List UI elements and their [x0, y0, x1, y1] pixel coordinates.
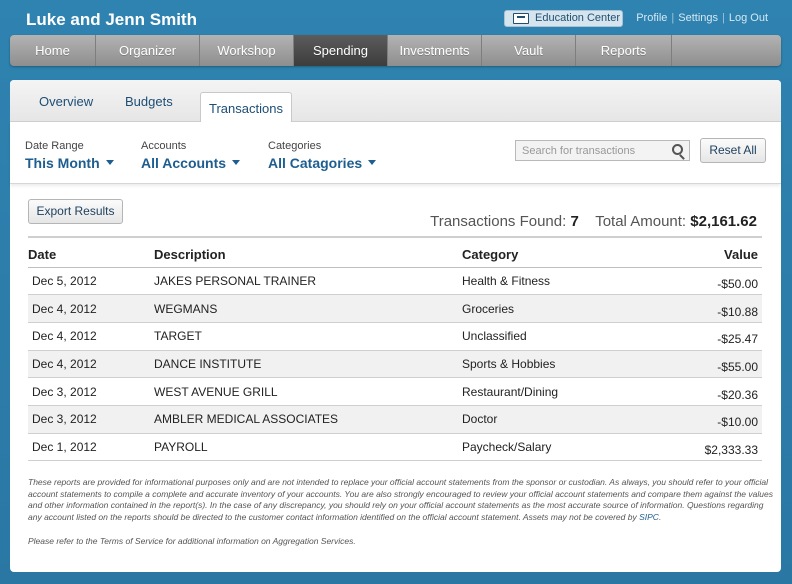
- row-category: Doctor: [462, 405, 652, 434]
- row-date: Dec 3, 2012: [28, 405, 154, 434]
- header-value[interactable]: Value: [652, 236, 762, 268]
- logout-link[interactable]: Log Out: [729, 12, 768, 24]
- row-category: Health & Fitness: [462, 267, 652, 296]
- found-count: 7: [570, 213, 579, 230]
- link-separator: |: [671, 12, 675, 24]
- sub-tabs: Overview Budgets Transactions: [10, 80, 781, 123]
- found-label: Transactions Found:: [430, 213, 567, 230]
- header-category[interactable]: Category: [462, 236, 652, 268]
- row-value: -$10.88: [652, 294, 762, 323]
- education-center-label: Education Center: [535, 12, 620, 24]
- table-row[interactable]: Dec 3, 2012 WEST AVENUE GRILL Restaurant…: [28, 377, 762, 406]
- row-value: -$20.36: [652, 377, 762, 406]
- transactions-summary: Transactions Found: 7 Total Amount: $2,1…: [430, 213, 757, 230]
- nav-item-reports[interactable]: Reports: [576, 35, 672, 66]
- settings-link[interactable]: Settings: [678, 12, 718, 24]
- header-date[interactable]: Date: [28, 236, 154, 268]
- total-value: $2,161.62: [690, 213, 757, 230]
- nav-item-home[interactable]: Home: [10, 35, 96, 66]
- categories-value: All Catagories: [268, 155, 363, 171]
- export-results-button[interactable]: Export Results: [28, 199, 123, 224]
- table-row[interactable]: Dec 4, 2012 DANCE INSTITUTE Sports & Hob…: [28, 350, 762, 379]
- education-center-button[interactable]: Education Center: [504, 10, 623, 27]
- disclaimer-text: These reports are provided for informati…: [28, 477, 773, 522]
- table-row[interactable]: Dec 5, 2012 JAKES PERSONAL TRAINER Healt…: [28, 267, 762, 296]
- table-row[interactable]: Dec 3, 2012 AMBLER MEDICAL ASSOCIATES Do…: [28, 405, 762, 434]
- nav-item-investments[interactable]: Investments: [388, 35, 482, 66]
- terms-note: Please refer to the Terms of Service for…: [28, 536, 356, 546]
- row-value: -$10.00: [652, 405, 762, 434]
- profile-link[interactable]: Profile: [636, 12, 667, 24]
- account-links: Profile | Settings | Log Out: [636, 12, 768, 24]
- nav-item-organizer[interactable]: Organizer: [96, 35, 200, 66]
- accounts-dropdown[interactable]: All Accounts: [141, 155, 241, 171]
- user-name: Luke and Jenn Smith: [26, 10, 197, 29]
- top-bar: Luke and Jenn Smith Education Center Pro…: [0, 0, 792, 36]
- row-date: Dec 4, 2012: [28, 294, 154, 323]
- chevron-down-icon: [232, 160, 241, 165]
- row-date: Dec 4, 2012: [28, 350, 154, 379]
- accounts-filter[interactable]: Accounts All Accounts: [141, 140, 241, 171]
- nav-item-spending[interactable]: Spending: [294, 35, 388, 66]
- row-category: Restaurant/Dining: [462, 377, 652, 406]
- total-label: Total Amount:: [595, 213, 687, 230]
- filter-bar: Date Range This Month Accounts All Accou…: [10, 122, 781, 184]
- sipc-link[interactable]: SIPC: [639, 512, 659, 522]
- chevron-down-icon: [368, 160, 377, 165]
- row-date: Dec 1, 2012: [28, 433, 154, 462]
- table-row[interactable]: Dec 1, 2012 PAYROLL Paycheck/Salary $2,3…: [28, 433, 762, 462]
- nav-item-workshop[interactable]: Workshop: [200, 35, 294, 66]
- link-separator: |: [722, 12, 725, 24]
- row-value: -$50.00: [652, 267, 762, 296]
- date-range-value: This Month: [25, 155, 100, 171]
- chevron-down-icon: [105, 160, 114, 165]
- table-header-row: Date Description Category Value: [28, 236, 762, 268]
- table-row[interactable]: Dec 4, 2012 TARGET Unclassified -$25.47: [28, 322, 762, 351]
- row-category: Sports & Hobbies: [462, 350, 652, 379]
- nav-item-vault[interactable]: Vault: [482, 35, 576, 66]
- row-value: $2,333.33: [652, 433, 762, 462]
- search-icon[interactable]: [672, 144, 683, 155]
- date-range-dropdown[interactable]: This Month: [25, 155, 114, 171]
- row-description: DANCE INSTITUTE: [154, 350, 462, 379]
- categories-label: Categories: [268, 140, 322, 152]
- main-nav: Home Organizer Workshop Spending Investm…: [10, 35, 781, 66]
- categories-filter[interactable]: Categories All Catagories: [268, 140, 377, 171]
- accounts-label: Accounts: [141, 140, 187, 152]
- date-range-label: Date Range: [25, 140, 84, 152]
- row-date: Dec 5, 2012: [28, 267, 154, 296]
- table-row[interactable]: Dec 4, 2012 WEGMANS Groceries -$10.88: [28, 294, 762, 323]
- header-description[interactable]: Description: [154, 236, 462, 268]
- categories-dropdown[interactable]: All Catagories: [268, 155, 377, 171]
- row-value: -$25.47: [652, 322, 762, 351]
- content-panel: Overview Budgets Transactions Date Range…: [10, 80, 781, 572]
- row-description: AMBLER MEDICAL ASSOCIATES: [154, 405, 462, 434]
- tab-budgets[interactable]: Budgets: [125, 94, 173, 122]
- tab-overview[interactable]: Overview: [39, 94, 93, 122]
- row-description: TARGET: [154, 322, 462, 351]
- tab-transactions[interactable]: Transactions: [200, 92, 292, 123]
- date-range-filter[interactable]: Date Range This Month: [25, 140, 114, 171]
- reset-all-button[interactable]: Reset All: [700, 138, 766, 163]
- row-description: JAKES PERSONAL TRAINER: [154, 267, 462, 296]
- education-center-icon: [513, 13, 529, 24]
- row-description: PAYROLL: [154, 433, 462, 462]
- accounts-value: All Accounts: [141, 155, 227, 171]
- row-description: WEGMANS: [154, 294, 462, 323]
- row-date: Dec 4, 2012: [28, 322, 154, 351]
- row-value: -$55.00: [652, 350, 762, 379]
- row-category: Unclassified: [462, 322, 652, 351]
- transactions-table: Date Description Category Value Dec 5, 2…: [28, 236, 762, 462]
- row-date: Dec 3, 2012: [28, 377, 154, 406]
- row-category: Groceries: [462, 294, 652, 323]
- row-description: WEST AVENUE GRILL: [154, 377, 462, 406]
- disclaimer-body: These reports are provided for informati…: [28, 477, 773, 522]
- row-category: Paycheck/Salary: [462, 433, 652, 462]
- search-input[interactable]: [515, 140, 690, 161]
